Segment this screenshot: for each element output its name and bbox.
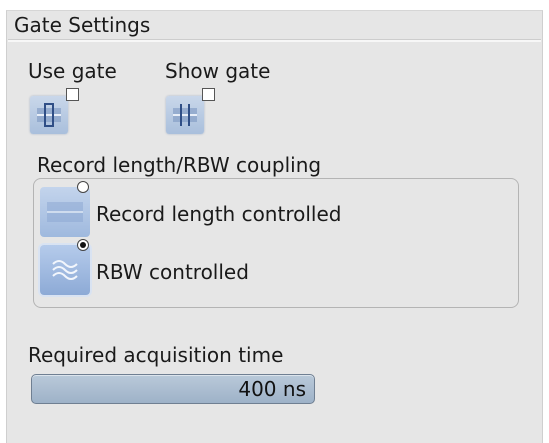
use-gate-checkbox[interactable] <box>66 88 79 101</box>
show-gate-checkbox[interactable] <box>202 88 215 101</box>
acquisition-time-label: Required acquisition time <box>28 343 284 367</box>
gate-icon-tile <box>30 96 68 134</box>
rbw-radio[interactable] <box>77 239 89 251</box>
use-gate-toggle[interactable] <box>30 88 86 136</box>
rbw-controlled-label: RBW controlled <box>96 260 249 284</box>
record-length-icon-tile <box>40 187 90 237</box>
rbw-icon-tile <box>40 245 90 295</box>
option-record-length-controlled[interactable]: Record length controlled <box>34 181 518 243</box>
gate-icon <box>37 103 61 127</box>
show-gate-label: Show gate <box>165 59 271 83</box>
panel-title: Gate Settings <box>14 13 151 37</box>
option-rbw-controlled[interactable]: RBW controlled <box>34 239 518 301</box>
title-divider <box>8 39 541 42</box>
acquisition-time-value: 400 ns <box>238 377 306 401</box>
rbw-wave-icon <box>52 260 78 280</box>
show-gate-icon <box>173 104 197 126</box>
show-gate-icon-tile <box>166 96 204 134</box>
coupling-label: Record length/RBW coupling <box>37 153 322 177</box>
record-length-radio[interactable] <box>77 181 89 193</box>
use-gate-label: Use gate <box>28 59 117 83</box>
coupling-radio-group: Record length controlled RBW controlled <box>33 178 519 308</box>
acquisition-time-field[interactable]: 400 ns <box>31 374 315 404</box>
record-length-controlled-label: Record length controlled <box>96 202 342 226</box>
show-gate-toggle[interactable] <box>166 88 222 136</box>
record-length-icon <box>47 202 83 222</box>
radio-selected-dot <box>80 242 86 248</box>
